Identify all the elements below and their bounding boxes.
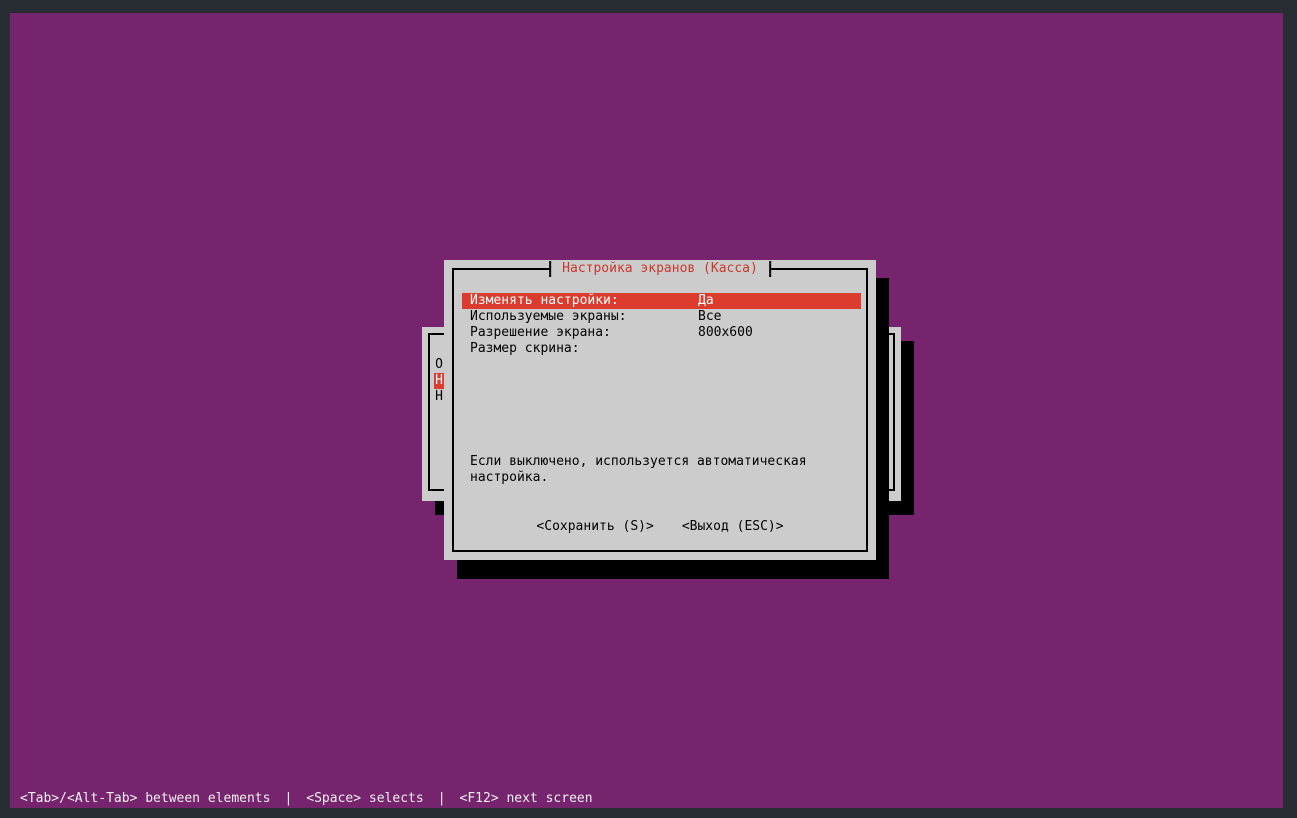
setting-row-screen-size[interactable]: Размер скрина:	[462, 341, 861, 357]
setting-label: Размер скрина:	[470, 341, 580, 357]
setting-row-change-settings[interactable]: Изменять настройки: Да	[462, 293, 861, 309]
setting-value: Все	[698, 309, 721, 325]
setting-row-screen-resolution[interactable]: Разрешение экрана: 800x600	[462, 325, 861, 341]
help-text-line: Если выключено, используется автоматичес…	[470, 454, 866, 470]
separator: |	[284, 791, 292, 806]
hint-tab: <Tab>/<Alt-Tab> between elements	[20, 791, 270, 806]
list-item: О	[434, 357, 444, 373]
setting-label: Разрешение экрана:	[470, 325, 611, 341]
status-bar: <Tab>/<Alt-Tab> between elements | <Space>…	[20, 791, 593, 807]
settings-list: Изменять настройки: Да Используемые экра…	[462, 293, 861, 357]
setting-label: Изменять настройки:	[470, 293, 619, 309]
separator: |	[438, 791, 446, 806]
setting-value: Да	[698, 293, 714, 309]
list-item-selected: Н	[434, 373, 444, 389]
list-item: Н	[434, 389, 444, 405]
save-button[interactable]: <Сохранить (S)>	[536, 518, 653, 534]
setting-value: 800x600	[698, 325, 753, 341]
setting-row-used-screens[interactable]: Используемые экраны: Все	[462, 309, 861, 325]
hint-f12: <F12> next screen	[460, 791, 593, 806]
setting-label: Используемые экраны:	[470, 309, 627, 325]
exit-button[interactable]: <Выход (ESC)>	[682, 518, 784, 534]
help-text: Если выключено, используется автоматичес…	[470, 454, 866, 486]
hint-space: <Space> selects	[306, 791, 423, 806]
background-dialog-list: О Н Н	[434, 357, 444, 405]
help-text-line: настройка.	[470, 470, 866, 486]
settings-dialog: Настройка экранов (Касса) Изменять настр…	[444, 260, 876, 560]
dialog-buttons: <Сохранить (S)> <Выход (ESC)>	[444, 518, 876, 534]
terminal-screen: О Н Н Настройка экранов (Касса) Изменять…	[0, 0, 1297, 818]
dialog-title: Настройка экранов (Касса)	[549, 261, 771, 277]
